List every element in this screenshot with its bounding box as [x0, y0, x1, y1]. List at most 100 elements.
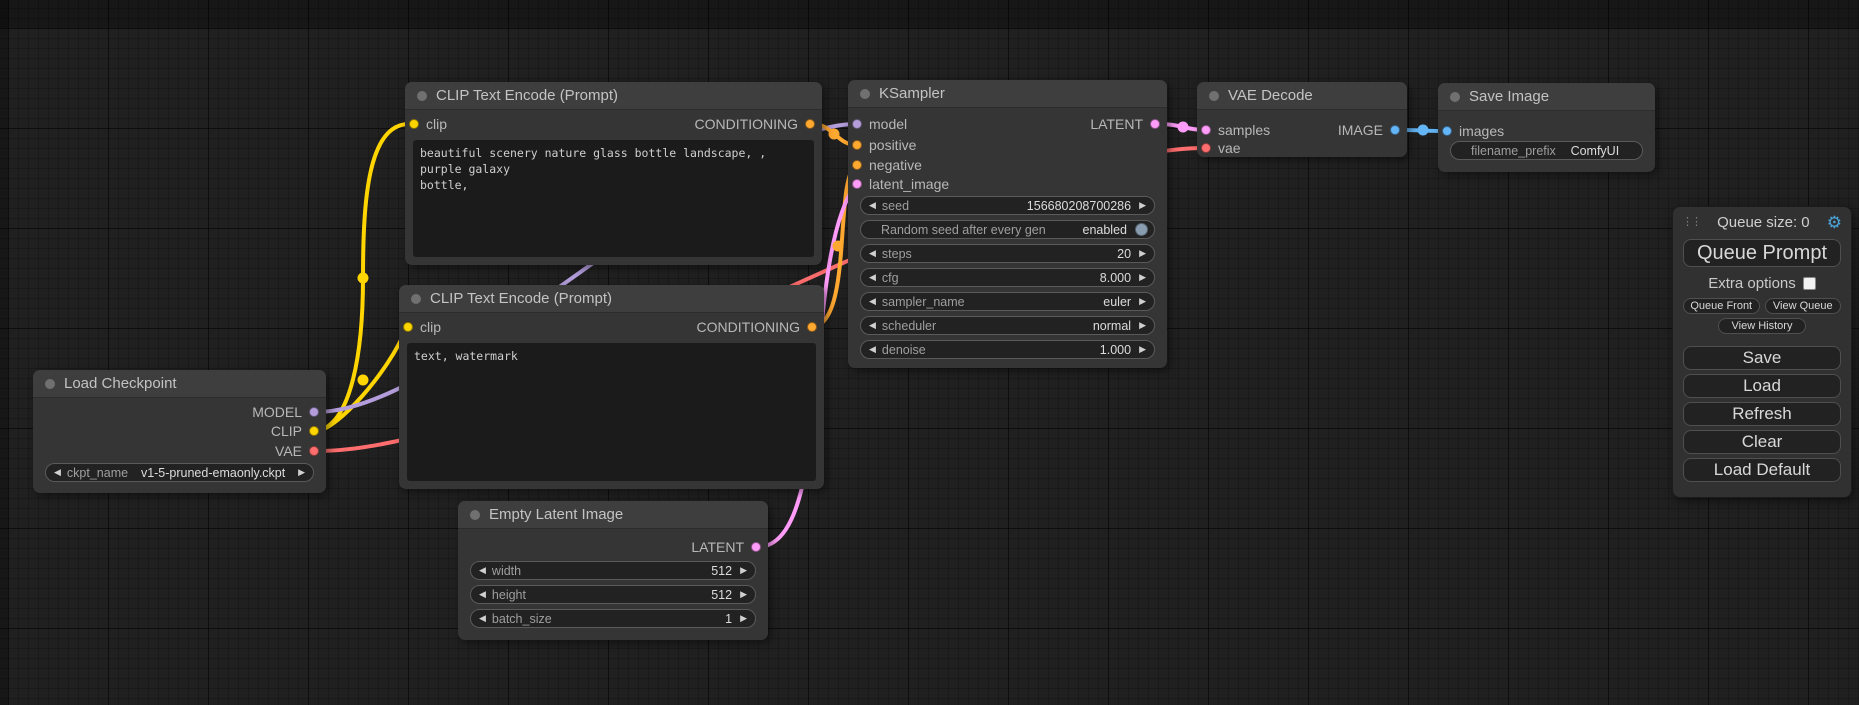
- decrement-arrow-icon[interactable]: ◀: [479, 565, 486, 576]
- output-label: CONDITIONING: [695, 116, 798, 132]
- decrement-arrow-icon[interactable]: ◀: [869, 296, 876, 307]
- random-seed-toggle-widget[interactable]: Random seed after every gen enabled: [860, 220, 1155, 239]
- output-label: IMAGE: [1338, 122, 1383, 138]
- decrement-arrow-icon[interactable]: ◀: [869, 200, 876, 211]
- width-widget[interactable]: ◀ width 512 ▶: [470, 561, 756, 580]
- node-load-checkpoint[interactable]: Load Checkpoint MODEL CLIP VAE ◀ ckpt_na…: [33, 370, 326, 493]
- negative-prompt-textarea[interactable]: text, watermark: [407, 343, 816, 481]
- increment-arrow-icon[interactable]: ▶: [1139, 320, 1146, 331]
- height-widget[interactable]: ◀ height 512 ▶: [470, 585, 756, 604]
- filename-prefix-widget[interactable]: filename_prefix ComfyUI: [1450, 141, 1643, 160]
- input-clip: clip: [409, 114, 447, 134]
- increment-arrow-icon[interactable]: ▶: [740, 613, 747, 624]
- collapse-dot-icon[interactable]: [1209, 91, 1219, 101]
- node-clip-text-encode-positive[interactable]: CLIP Text Encode (Prompt) clip CONDITION…: [405, 82, 822, 265]
- collapse-dot-icon[interactable]: [470, 510, 480, 520]
- widget-value: 156680208700286: [1027, 199, 1131, 213]
- collapse-dot-icon[interactable]: [45, 379, 55, 389]
- scheduler-widget[interactable]: ◀ scheduler normal ▶: [860, 316, 1155, 335]
- node-title-bar[interactable]: KSampler: [848, 80, 1167, 108]
- increment-arrow-icon[interactable]: ▶: [740, 565, 747, 576]
- queue-prompt-button[interactable]: Queue Prompt: [1683, 239, 1841, 267]
- latent-port-icon[interactable]: [751, 542, 761, 552]
- sampler-name-widget[interactable]: ◀ sampler_name euler ▶: [860, 292, 1155, 311]
- latent-port-icon[interactable]: [1150, 119, 1160, 129]
- decrement-arrow-icon[interactable]: ◀: [869, 272, 876, 283]
- increment-arrow-icon[interactable]: ▶: [1139, 344, 1146, 355]
- node-save-image[interactable]: Save Image images filename_prefix ComfyU…: [1438, 83, 1655, 172]
- clip-port-icon[interactable]: [403, 322, 413, 332]
- save-button[interactable]: Save: [1683, 346, 1841, 370]
- input-positive: positive: [852, 135, 916, 155]
- clip-port-icon[interactable]: [309, 426, 319, 436]
- widget-value: 1.000: [1100, 343, 1131, 357]
- workflow-buttons: Save Load Refresh Clear Load Default: [1683, 346, 1841, 482]
- steps-widget[interactable]: ◀ steps 20 ▶: [860, 244, 1155, 263]
- clear-button[interactable]: Clear: [1683, 430, 1841, 454]
- increment-arrow-icon[interactable]: ▶: [1139, 296, 1146, 307]
- conditioning-port-icon[interactable]: [805, 119, 815, 129]
- vae-port-icon[interactable]: [309, 446, 319, 456]
- collapse-dot-icon[interactable]: [860, 89, 870, 99]
- denoise-widget[interactable]: ◀ denoise 1.000 ▶: [860, 340, 1155, 359]
- seed-widget[interactable]: ◀ seed 156680208700286 ▶: [860, 196, 1155, 215]
- clip-port-icon[interactable]: [409, 119, 419, 129]
- comfyui-canvas[interactable]: Load Checkpoint MODEL CLIP VAE ◀ ckpt_na…: [0, 0, 1859, 705]
- node-title-bar[interactable]: CLIP Text Encode (Prompt): [405, 82, 822, 110]
- increment-arrow-icon[interactable]: ▶: [298, 467, 305, 478]
- widget-value: v1-5-pruned-emaonly.ckpt: [141, 466, 285, 480]
- output-label: VAE: [275, 443, 302, 459]
- node-title-bar[interactable]: Load Checkpoint: [33, 370, 326, 398]
- decrement-arrow-icon[interactable]: ◀: [479, 589, 486, 600]
- collapse-dot-icon[interactable]: [411, 294, 421, 304]
- node-title-bar[interactable]: Empty Latent Image: [458, 501, 768, 529]
- vae-port-icon[interactable]: [1201, 143, 1211, 153]
- decrement-arrow-icon[interactable]: ◀: [869, 320, 876, 331]
- view-history-button[interactable]: View History: [1718, 318, 1806, 334]
- decrement-arrow-icon[interactable]: ◀: [869, 248, 876, 259]
- decrement-arrow-icon[interactable]: ◀: [869, 344, 876, 355]
- load-default-button[interactable]: Load Default: [1683, 458, 1841, 482]
- refresh-button[interactable]: Refresh: [1683, 402, 1841, 426]
- latent-port-icon[interactable]: [1201, 125, 1211, 135]
- widget-label: batch_size: [492, 612, 552, 626]
- queue-front-button[interactable]: Queue Front: [1683, 298, 1760, 314]
- model-port-icon[interactable]: [309, 407, 319, 417]
- image-port-icon[interactable]: [1390, 125, 1400, 135]
- model-port-icon[interactable]: [852, 119, 862, 129]
- view-queue-button[interactable]: View Queue: [1765, 298, 1842, 314]
- node-empty-latent-image[interactable]: Empty Latent Image LATENT ◀ width 512 ▶ …: [458, 501, 768, 640]
- increment-arrow-icon[interactable]: ▶: [1139, 272, 1146, 283]
- node-title-bar[interactable]: VAE Decode: [1197, 82, 1407, 110]
- widget-value: 1: [725, 612, 732, 626]
- node-vae-decode[interactable]: VAE Decode samples vae IMAGE: [1197, 82, 1407, 157]
- increment-arrow-icon[interactable]: ▶: [1139, 200, 1146, 211]
- conditioning-port-icon[interactable]: [852, 160, 862, 170]
- batch-size-widget[interactable]: ◀ batch_size 1 ▶: [470, 609, 756, 628]
- node-title-bar[interactable]: Save Image: [1438, 83, 1655, 111]
- cfg-widget[interactable]: ◀ cfg 8.000 ▶: [860, 268, 1155, 287]
- collapse-dot-icon[interactable]: [417, 91, 427, 101]
- node-clip-text-encode-negative[interactable]: CLIP Text Encode (Prompt) clip CONDITION…: [399, 285, 824, 489]
- extra-options-checkbox[interactable]: [1803, 277, 1816, 290]
- load-button[interactable]: Load: [1683, 374, 1841, 398]
- latent-port-icon[interactable]: [852, 179, 862, 189]
- conditioning-port-icon[interactable]: [807, 322, 817, 332]
- ckpt-name-widget[interactable]: ◀ ckpt_name v1-5-pruned-emaonly.ckpt ▶: [45, 463, 314, 482]
- output-label: LATENT: [1090, 116, 1143, 132]
- node-title: Empty Latent Image: [489, 506, 623, 523]
- decrement-arrow-icon[interactable]: ◀: [54, 467, 61, 478]
- increment-arrow-icon[interactable]: ▶: [1139, 248, 1146, 259]
- collapse-dot-icon[interactable]: [1450, 92, 1460, 102]
- drag-handle-icon[interactable]: ⋮⋮: [1682, 217, 1700, 228]
- output-label: LATENT: [691, 539, 744, 555]
- toggle-dot-icon[interactable]: [1135, 223, 1148, 236]
- settings-gear-icon[interactable]: ⚙: [1827, 214, 1842, 231]
- node-ksampler[interactable]: KSampler model positive negative latent_…: [848, 80, 1167, 368]
- decrement-arrow-icon[interactable]: ◀: [479, 613, 486, 624]
- node-title-bar[interactable]: CLIP Text Encode (Prompt): [399, 285, 824, 313]
- conditioning-port-icon[interactable]: [852, 140, 862, 150]
- image-port-icon[interactable]: [1442, 126, 1452, 136]
- increment-arrow-icon[interactable]: ▶: [740, 589, 747, 600]
- positive-prompt-textarea[interactable]: beautiful scenery nature glass bottle la…: [413, 140, 814, 257]
